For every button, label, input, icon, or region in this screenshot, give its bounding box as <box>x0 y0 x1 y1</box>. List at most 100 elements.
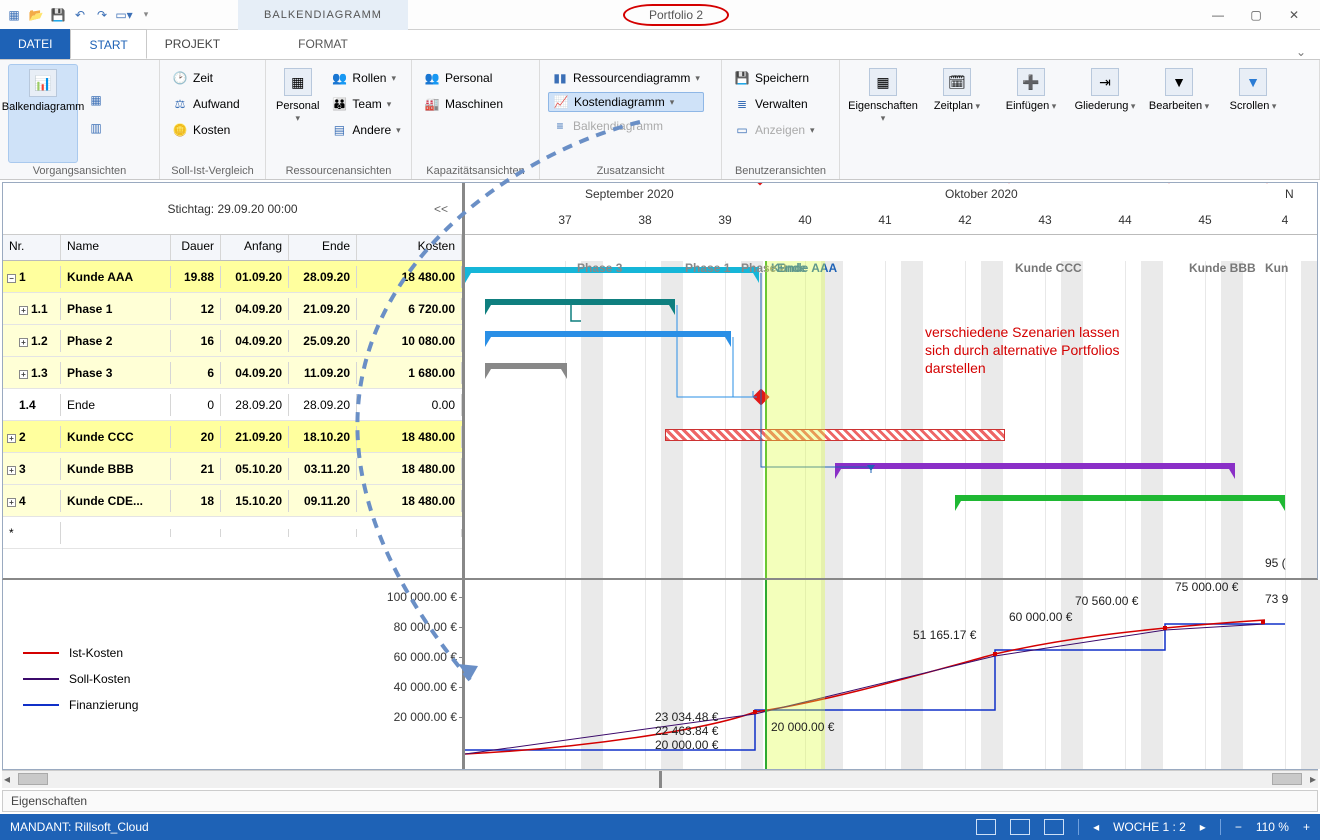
bar-label: Phase 3 <box>577 261 622 275</box>
balkendiagramm-extra-button[interactable]: ≡Balkendiagramm <box>548 116 704 136</box>
tab-format[interactable]: FORMAT <box>238 29 408 59</box>
anzeigen-button[interactable]: ▭Anzeigen <box>730 120 819 140</box>
app-icon[interactable]: ▦ <box>4 5 24 25</box>
properties-bar[interactable]: Eigenschaften <box>2 790 1318 812</box>
scroll-icon: ▼ <box>1239 68 1267 96</box>
table-row[interactable]: +3Kunde BBB2105.10.2003.11.2018 480.00 <box>3 453 462 485</box>
summary-bar-phase1[interactable] <box>485 299 675 309</box>
window-layout-icon[interactable]: ▭▾ <box>114 5 134 25</box>
tab-start[interactable]: START <box>70 29 146 59</box>
table-row[interactable]: +1.3Phase 3604.09.2011.09.201 680.00 <box>3 357 462 389</box>
undo-icon[interactable]: ↶ <box>70 5 90 25</box>
col-dauer[interactable]: Dauer <box>171 235 221 260</box>
summary-bar-kunde-bbb[interactable] <box>835 463 1235 473</box>
col-nr[interactable]: Nr. <box>3 235 61 260</box>
summary-bar-phase2[interactable] <box>485 331 731 341</box>
status-bar: MANDANT: Rillsoft_Cloud ◂ WOCHE 1 : 2 ▸ … <box>0 814 1320 840</box>
expand-toggle[interactable]: + <box>7 434 16 443</box>
personal-big-button[interactable]: ▦ Personal <box>274 64 321 163</box>
col-ende[interactable]: Ende <box>289 235 357 260</box>
expand-toggle[interactable]: + <box>19 306 28 315</box>
weekend-band <box>821 261 843 578</box>
cost-chart[interactable]: 100 000.00 €80 000.00 €60 000.00 €40 000… <box>465 580 1317 769</box>
gantt-pane[interactable]: September 2020Oktober 2020N3738394041424… <box>465 183 1317 578</box>
zeitplan-button[interactable]: 🗓Zeitplan <box>922 64 992 163</box>
table-row[interactable]: +4Kunde CDE...1815.10.2009.11.2018 480.0… <box>3 485 462 517</box>
tab-datei[interactable]: DATEI <box>0 29 70 59</box>
close-button[interactable]: ✕ <box>1280 8 1308 22</box>
roles-icon: 👥 <box>331 70 347 86</box>
table-row[interactable]: +2Kunde CCC2021.09.2018.10.2018 480.00 <box>3 421 462 453</box>
maximize-button[interactable]: ▢ <box>1242 8 1270 22</box>
data-label: 95 ( <box>1265 556 1286 570</box>
status-timescale-next[interactable]: ▸ <box>1200 820 1206 834</box>
bar-label: Kunde CCC <box>1015 261 1082 275</box>
zoom-out-button[interactable]: − <box>1235 820 1242 834</box>
tab-projekt[interactable]: PROJEKT <box>147 29 238 59</box>
month-label: N <box>1285 187 1294 201</box>
timescale-header[interactable]: September 2020Oktober 2020N3738394041424… <box>465 183 1317 235</box>
expand-toggle[interactable]: + <box>7 466 16 475</box>
eigenschaften-button[interactable]: ▦Eigenschaften <box>848 64 918 163</box>
ressourcendiagramm-button[interactable]: ▮▮Ressourcendiagramm <box>548 68 704 88</box>
expand-toggle[interactable]: + <box>19 338 28 347</box>
gliederung-button[interactable]: ⇥Gliederung <box>1070 64 1140 163</box>
bearbeiten-button[interactable]: ▼Bearbeiten <box>1144 64 1214 163</box>
rollen-button[interactable]: 👥Rollen <box>327 68 404 88</box>
kosten-button[interactable]: 🪙Kosten <box>168 120 244 140</box>
expand-toggle[interactable]: + <box>19 370 28 379</box>
qat-more-icon[interactable]: ▾ <box>136 5 156 25</box>
aufwand-button[interactable]: ⚖Aufwand <box>168 94 244 114</box>
col-name[interactable]: Name <box>61 235 171 260</box>
verwalten-button[interactable]: ≣Verwalten <box>730 94 819 114</box>
kap-maschinen-button[interactable]: 🏭Maschinen <box>420 94 507 114</box>
zeit-button[interactable]: 🕑Zeit <box>168 68 244 88</box>
expand-toggle[interactable]: + <box>7 498 16 507</box>
summary-bar-phase3[interactable] <box>485 363 567 373</box>
minimize-button[interactable]: — <box>1204 8 1232 22</box>
save-icon[interactable]: 💾 <box>48 5 68 25</box>
einfuegen-button[interactable]: ➕Einfügen <box>996 64 1066 163</box>
y-tick-label: 80 000.00 € <box>357 620 457 634</box>
effort-icon: ⚖ <box>172 96 188 112</box>
table-row[interactable]: −1Kunde AAA19.8801.09.2028.09.2018 480.0… <box>3 261 462 293</box>
expand-toggle[interactable]: − <box>7 274 16 283</box>
summary-bar-kunde-cde[interactable] <box>955 495 1285 505</box>
hscroll-left[interactable]: ◂ <box>2 771 662 788</box>
collapse-ribbon-icon[interactable]: ⌄ <box>1296 45 1320 59</box>
open-icon[interactable]: 📂 <box>26 5 46 25</box>
bar-label: Ende <box>777 261 806 275</box>
col-anfang[interactable]: Anfang <box>221 235 289 260</box>
hscroll-right[interactable]: ▸ <box>662 771 1319 788</box>
kalender-button[interactable]: ▥ <box>84 118 108 138</box>
table-row[interactable]: +1.2Phase 21604.09.2025.09.2010 080.00 <box>3 325 462 357</box>
collapse-left-button[interactable]: << <box>434 202 448 216</box>
summary-bar-kunde-ccc[interactable] <box>665 429 1005 441</box>
netzplan-button[interactable]: ▦ <box>84 90 108 110</box>
speichern-view-button[interactable]: 💾Speichern <box>730 68 819 88</box>
status-view2-icon[interactable] <box>1010 819 1030 835</box>
status-view3-icon[interactable] <box>1044 819 1064 835</box>
col-kosten[interactable]: Kosten <box>357 235 462 260</box>
kap-personal-button[interactable]: 👥Personal <box>420 68 507 88</box>
status-view1-icon[interactable] <box>976 819 996 835</box>
kostendiagramm-button[interactable]: 📈Kostendiagramm <box>548 92 704 112</box>
zoom-level: 110 % <box>1256 820 1289 834</box>
scrollen-button[interactable]: ▼Scrollen <box>1218 64 1288 163</box>
weekend-band <box>1301 261 1317 578</box>
zoom-in-button[interactable]: + <box>1303 820 1310 834</box>
grid-body[interactable]: −1Kunde AAA19.8801.09.2028.09.2018 480.0… <box>3 261 462 578</box>
gantt-chart[interactable]: Kunde AAA Phase 1 Phase 2 Phase 3 Ende K… <box>465 261 1317 578</box>
clock-icon: 🕑 <box>172 70 188 86</box>
andere-button[interactable]: ▤Andere <box>327 120 404 140</box>
team-button[interactable]: 👪Team <box>327 94 404 114</box>
barchart-icon: ▮▮ <box>552 70 568 86</box>
gridline <box>805 261 806 578</box>
new-row[interactable]: * <box>3 517 462 549</box>
other-icon: ▤ <box>331 122 347 138</box>
balkendiagramm-button[interactable]: 📊 Balkendiagramm <box>8 64 78 163</box>
redo-icon[interactable]: ↷ <box>92 5 112 25</box>
table-row[interactable]: +1.1Phase 11204.09.2021.09.206 720.00 <box>3 293 462 325</box>
status-timescale-prev[interactable]: ◂ <box>1093 820 1099 834</box>
table-row[interactable]: 1.4Ende028.09.2028.09.200.00 <box>3 389 462 421</box>
